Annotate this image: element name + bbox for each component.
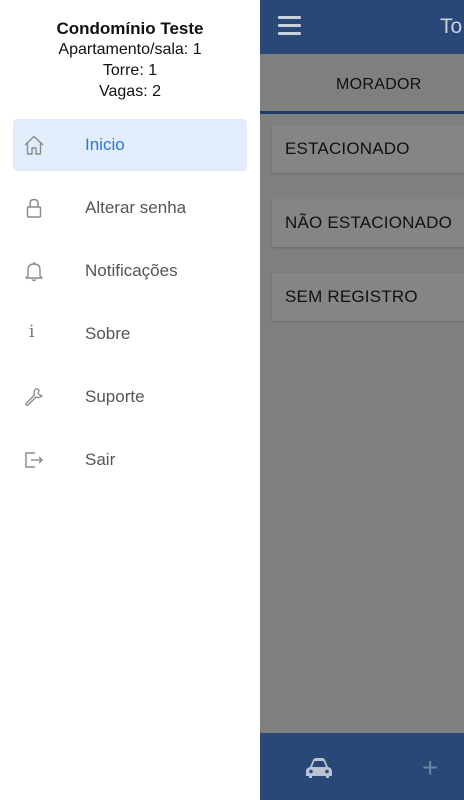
wrench-icon (25, 388, 43, 407)
status-item-sem-registro[interactable]: SEM REGISTRO (272, 273, 464, 321)
menu-item-sair[interactable]: Sair (13, 434, 247, 486)
status-item-estacionado[interactable]: ESTACIONADO (272, 125, 464, 173)
condo-name: Condomínio Teste (56, 19, 204, 38)
navigation-drawer: Condomínio Teste Apartamento/sala: 1 Tor… (0, 0, 260, 800)
menu-item-sobre[interactable]: i Sobre (13, 308, 247, 360)
drawer-header: Condomínio Teste Apartamento/sala: 1 Tor… (0, 18, 260, 102)
menu-item-alterar-senha[interactable]: Alterar senha (13, 182, 247, 234)
tab-morador[interactable]: MORADOR (336, 76, 422, 94)
status-item-label: NÃO ESTACIONADO (285, 213, 453, 232)
parking-spots-info: Vagas: 2 (99, 83, 161, 100)
menu-item-label: Alterar senha (85, 198, 187, 217)
home-icon (24, 135, 44, 155)
menu-item-label: Inicio (85, 135, 125, 154)
app-title: To (440, 15, 463, 38)
status-item-label: SEM REGISTRO (285, 287, 418, 306)
status-item-label: ESTACIONADO (285, 139, 410, 158)
menu-item-suporte[interactable]: Suporte (13, 371, 247, 423)
lock-icon (26, 198, 42, 218)
tower-info: Torre: 1 (102, 62, 158, 79)
menu-item-label: Sair (85, 450, 116, 469)
menu-item-inicio[interactable]: Inicio (13, 119, 247, 171)
menu-item-notificacoes[interactable]: Notificações (13, 245, 247, 297)
info-icon: i (29, 322, 35, 342)
bell-icon (25, 262, 43, 282)
status-item-nao-estacionado[interactable]: NÃO ESTACIONADO (272, 199, 464, 247)
logout-icon (25, 452, 43, 468)
apartment-info: Apartamento/sala: 1 (58, 41, 202, 58)
car-icon[interactable] (305, 757, 333, 779)
add-icon[interactable]: + (422, 754, 438, 782)
menu-item-label: Suporte (85, 387, 145, 406)
menu-item-label: Notificações (85, 261, 178, 280)
menu-item-label: Sobre (85, 324, 131, 343)
hamburger-menu-icon[interactable] (278, 16, 301, 36)
tab-indicator (260, 111, 464, 114)
